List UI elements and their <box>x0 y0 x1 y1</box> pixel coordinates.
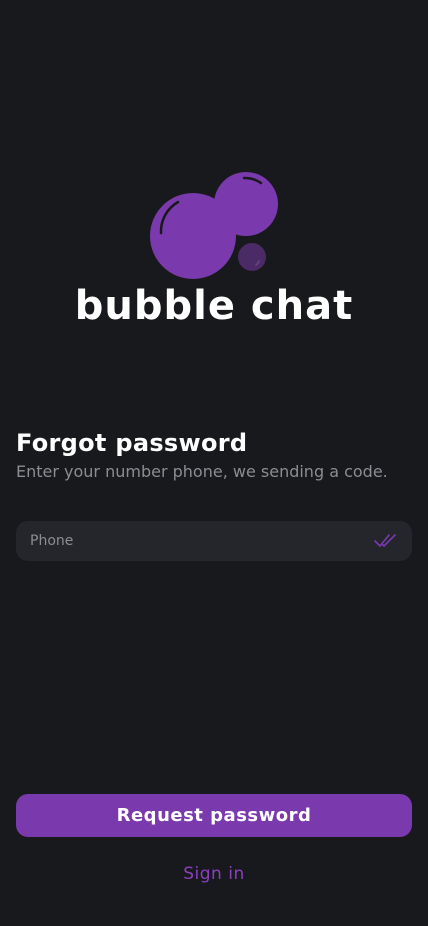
brand-name: bubble chat <box>74 283 354 329</box>
sign-in-link[interactable]: Sign in <box>0 862 428 886</box>
page-subtitle: Enter your number phone, we sending a co… <box>16 462 388 481</box>
app-logo: bubble chat <box>0 160 428 330</box>
phone-input[interactable] <box>30 521 370 561</box>
phone-field[interactable] <box>16 521 412 561</box>
double-check-icon <box>374 534 396 547</box>
page-title: Forgot password <box>16 429 248 457</box>
request-password-button[interactable]: Request password <box>16 794 412 837</box>
bubbles-logo-icon <box>150 172 278 279</box>
